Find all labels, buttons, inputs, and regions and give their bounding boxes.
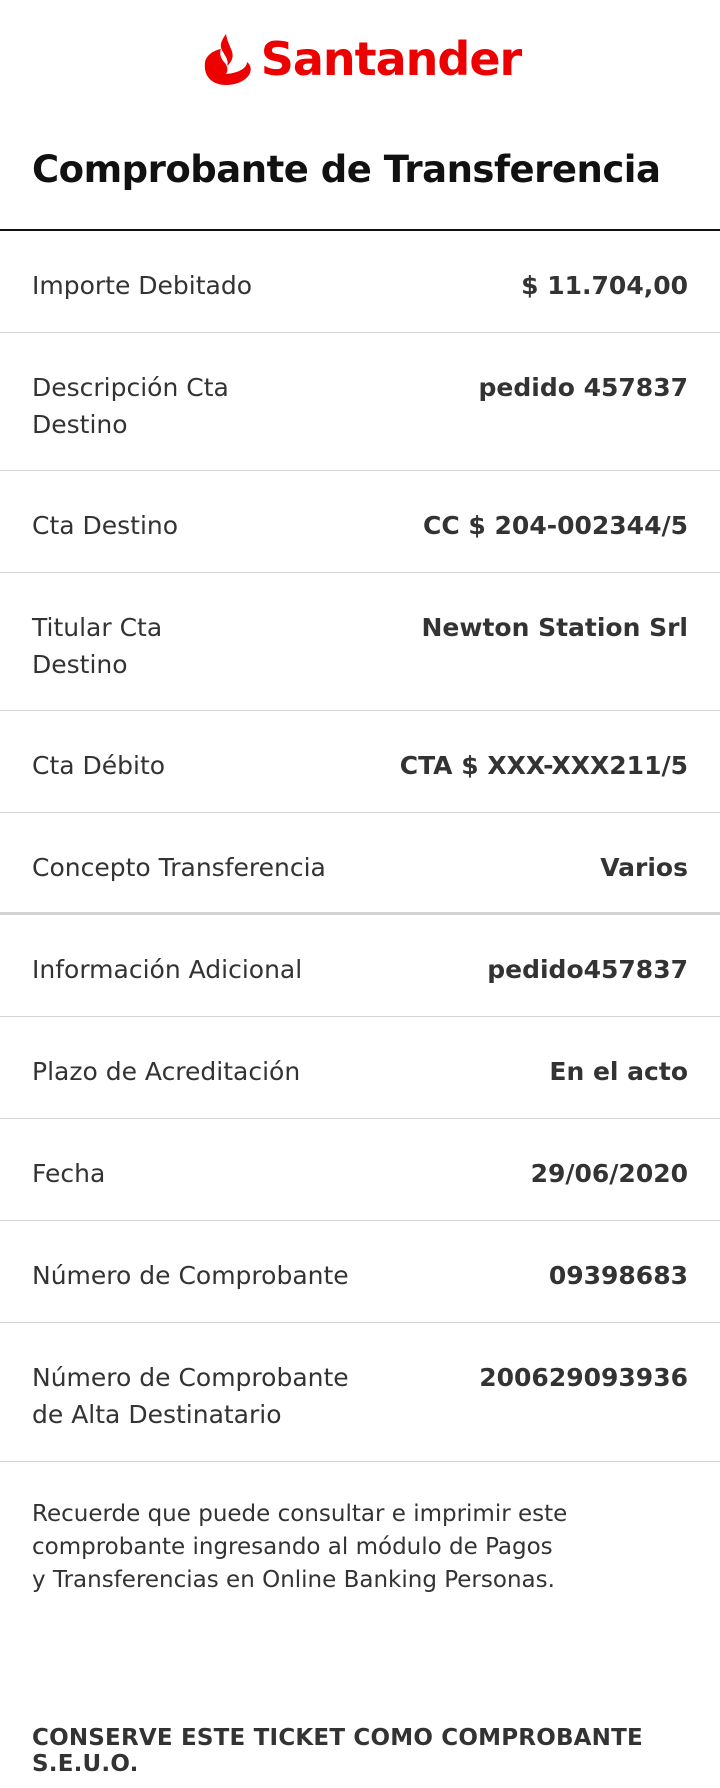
row-value: 200629093936 [479, 1363, 688, 1392]
row-value: pedido457837 [487, 955, 688, 984]
row-plazo-acreditacion: Plazo de Acreditación En el acto [0, 1017, 720, 1119]
row-label: Plazo de Acreditación [32, 1057, 301, 1086]
row-label: Cta Destino [32, 511, 179, 540]
row-label: Importe Debitado [32, 271, 253, 300]
info-note: Recuerde que puede consultar e imprimir … [32, 1501, 568, 1593]
row-label: Titular Cta Destino [32, 613, 163, 679]
page-title: Comprobante de Transferencia [32, 148, 661, 191]
row-label: Información Adicional [32, 955, 303, 984]
row-value: pedido 457837 [478, 373, 688, 402]
row-label: Número de Comprobante [32, 1261, 349, 1290]
header: Santander [0, 0, 720, 118]
row-informacion-adicional: Información Adicional pedido457837 [0, 915, 720, 1017]
row-cta-destino: Cta Destino CC $ 204-002344/5 [0, 471, 720, 573]
row-value: Varios [600, 853, 688, 882]
brand-name: Santander [260, 32, 523, 86]
row-label: Número de Comprobante de Alta Destinatar… [32, 1363, 349, 1429]
row-concepto-transferencia: Concepto Transferencia Varios [0, 813, 720, 915]
row-value: CTA $ XXX-XXX211/5 [399, 751, 688, 780]
row-label: Fecha [32, 1159, 106, 1188]
santander-logo: Santander [199, 30, 522, 88]
row-descripcion-cta-destino: Descripción Cta Destino pedido 457837 [0, 333, 720, 471]
row-value: 09398683 [548, 1261, 688, 1290]
row-value: $ 11.704,00 [521, 271, 688, 300]
row-value: CC $ 204-002344/5 [423, 511, 688, 540]
row-titular-cta-destino: Titular Cta Destino Newton Station Srl [0, 573, 720, 711]
row-label: Descripción Cta Destino [32, 373, 229, 439]
row-label: Cta Débito [32, 751, 166, 780]
row-numero-comprobante: Número de Comprobante 09398683 [0, 1221, 720, 1323]
row-cta-debito: Cta Débito CTA $ XXX-XXX211/5 [0, 711, 720, 813]
santander-flame-icon [199, 32, 253, 86]
details-list: Importe Debitado $ 11.704,00 Descripción… [0, 231, 720, 1462]
row-label: Concepto Transferencia [32, 853, 326, 882]
row-value: 29/06/2020 [530, 1159, 688, 1188]
row-value: Newton Station Srl [421, 613, 688, 642]
row-fecha: Fecha 29/06/2020 [0, 1119, 720, 1221]
row-importe-debitado: Importe Debitado $ 11.704,00 [0, 231, 720, 333]
row-value: En el acto [549, 1057, 688, 1086]
row-numero-comprobante-alta: Número de Comprobante de Alta Destinatar… [0, 1323, 720, 1462]
footer-disclaimer: CONSERVE ESTE TICKET COMO COMPROBANTE S.… [32, 1725, 643, 1777]
